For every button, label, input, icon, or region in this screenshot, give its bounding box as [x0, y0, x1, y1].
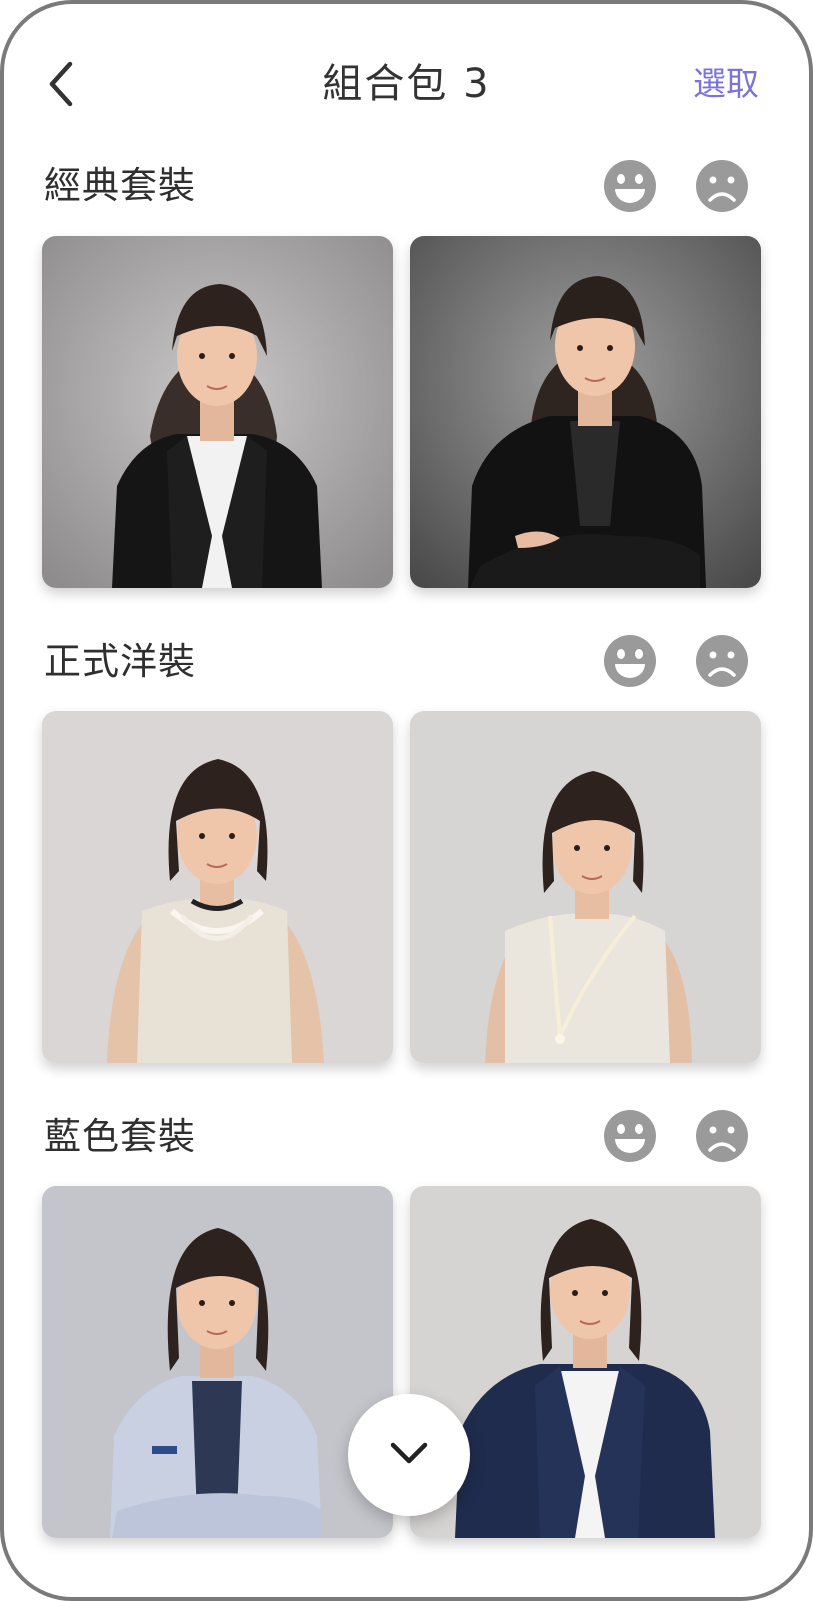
- header-bar: 組合包 3 選取: [4, 4, 809, 154]
- like-button[interactable]: [602, 633, 658, 689]
- section-title: 經典套裝: [44, 164, 196, 207]
- section-title: 藍色套裝: [44, 1115, 196, 1158]
- like-button[interactable]: [602, 1108, 658, 1164]
- smiley-face-icon: [604, 160, 656, 212]
- frowning-face-icon: [696, 160, 748, 212]
- portrait-photo[interactable]: [410, 236, 761, 588]
- portrait-photo[interactable]: [42, 1186, 393, 1538]
- chevron-down-icon: [390, 1442, 428, 1464]
- phone-frame: 組合包 3 選取 經典套裝 正式洋裝 藍色套裝: [0, 0, 813, 1601]
- portrait-photo[interactable]: [410, 1186, 761, 1538]
- frowning-face-icon: [696, 635, 748, 687]
- portrait-photo[interactable]: [42, 236, 393, 588]
- dislike-button[interactable]: [694, 158, 750, 214]
- scroll-down-button[interactable]: [348, 1394, 470, 1516]
- smiley-face-icon: [604, 1110, 656, 1162]
- portrait-photo[interactable]: [42, 711, 393, 1063]
- like-button[interactable]: [602, 158, 658, 214]
- select-button[interactable]: 選取: [693, 58, 759, 110]
- section-title: 正式洋裝: [44, 640, 196, 683]
- dislike-button[interactable]: [694, 633, 750, 689]
- page-title: 組合包 3: [322, 61, 491, 107]
- portrait-photo[interactable]: [410, 711, 761, 1063]
- smiley-face-icon: [604, 635, 656, 687]
- dislike-button[interactable]: [694, 1108, 750, 1164]
- frowning-face-icon: [696, 1110, 748, 1162]
